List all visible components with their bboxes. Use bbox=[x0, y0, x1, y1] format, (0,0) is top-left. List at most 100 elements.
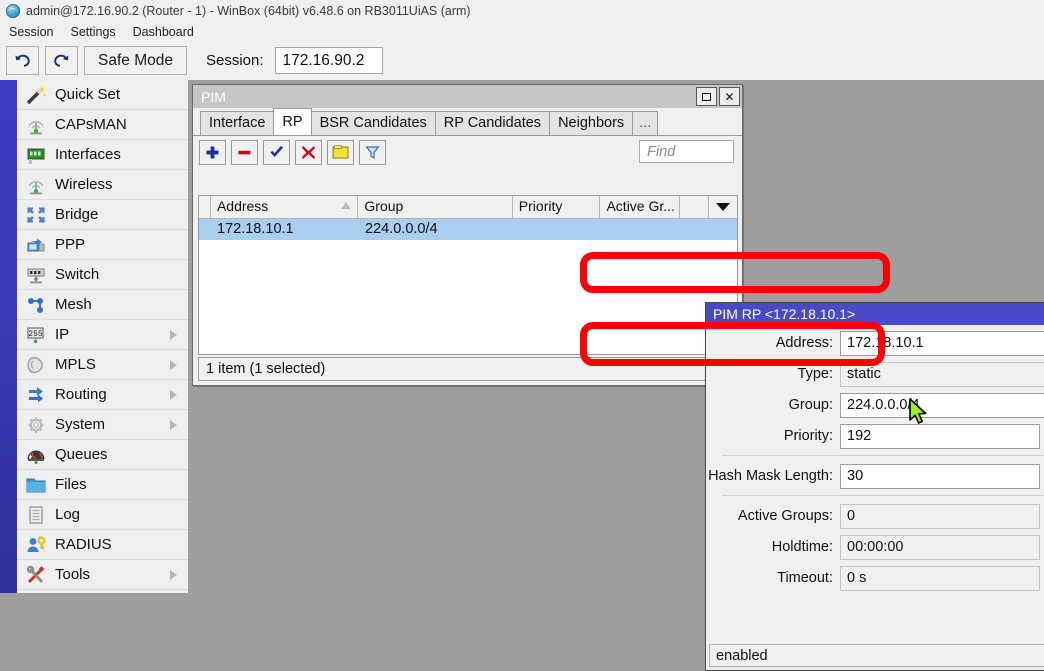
tab-more[interactable]: ... bbox=[632, 111, 658, 135]
priority-field[interactable]: 192 bbox=[840, 424, 1040, 449]
field-row-hash-mask-length: Hash Mask Length: 30 bbox=[706, 462, 1044, 490]
svg-text:255: 255 bbox=[28, 329, 43, 338]
chevron-right-icon bbox=[170, 390, 177, 400]
menu-item-settings[interactable]: Settings bbox=[68, 24, 123, 40]
switch-icon bbox=[24, 264, 48, 286]
sidebar-item-tools[interactable]: Tools bbox=[17, 560, 188, 590]
sidebar-item-files[interactable]: Files bbox=[17, 470, 188, 500]
remove-minus-icon bbox=[237, 145, 252, 160]
field-separator-2 bbox=[722, 495, 1044, 496]
sidebar-item-capsman[interactable]: CAPsMAN bbox=[17, 110, 188, 140]
enable-check-icon bbox=[269, 145, 285, 160]
sort-ascending-icon bbox=[341, 202, 351, 209]
sidebar-item-label: CAPsMAN bbox=[55, 116, 127, 133]
sidebar-item-log[interactable]: Log bbox=[17, 500, 188, 530]
menu-item-dashboard[interactable]: Dashboard bbox=[131, 24, 202, 40]
hash-mask-length-label: Hash Mask Length: bbox=[706, 468, 840, 484]
disable-button[interactable] bbox=[295, 140, 322, 165]
active-groups-value: 0 bbox=[840, 504, 1040, 529]
row-group-cell: 224.0.0.0/4 bbox=[359, 219, 514, 240]
sidebar-item-quick-set[interactable]: Quick Set bbox=[17, 80, 188, 110]
safe-mode-button[interactable]: Safe Mode bbox=[84, 46, 187, 75]
comment-button[interactable] bbox=[327, 140, 354, 165]
sidebar-item-queues[interactable]: Queues bbox=[17, 440, 188, 470]
pim-window-title: PIM bbox=[201, 89, 694, 105]
folder-icon bbox=[24, 474, 48, 496]
table-row[interactable]: 172.18.10.1 224.0.0.0/4 bbox=[199, 219, 737, 240]
add-button[interactable] bbox=[199, 140, 226, 165]
sidebar-item-mesh[interactable]: Mesh bbox=[17, 290, 188, 320]
pim-close-button[interactable]: ✕ bbox=[719, 87, 740, 106]
menu-item-session[interactable]: Session bbox=[7, 24, 61, 40]
field-separator-1 bbox=[722, 455, 1044, 456]
table-header-active-groups[interactable]: Active Gr... bbox=[600, 196, 680, 218]
mpls-tag-icon bbox=[24, 354, 48, 376]
tab-neighbors[interactable]: Neighbors bbox=[549, 111, 633, 135]
chevron-right-icon bbox=[170, 570, 177, 580]
undo-button[interactable] bbox=[6, 46, 39, 75]
tab-interface[interactable]: Interface bbox=[200, 111, 274, 135]
comment-note-icon bbox=[332, 145, 349, 159]
rp-dialog-titlebar[interactable]: PIM RP <172.18.10.1> ✕ bbox=[706, 303, 1044, 325]
table-header-row: Address Group Priority Active Gr... bbox=[199, 196, 737, 219]
table-header-flag-column bbox=[199, 196, 211, 218]
sidebar-item-switch[interactable]: Switch bbox=[17, 260, 188, 290]
sidebar-item-bridge[interactable]: Bridge bbox=[17, 200, 188, 230]
tab-rp[interactable]: RP bbox=[273, 108, 311, 135]
find-input[interactable]: Find bbox=[639, 140, 734, 163]
holdtime-value: 00:00:00 bbox=[840, 535, 1040, 560]
enable-button[interactable] bbox=[263, 140, 290, 165]
magic-wand-icon bbox=[24, 84, 48, 106]
address-field[interactable]: 172.18.10.1 bbox=[840, 331, 1044, 356]
field-row-group: Group: 224.0.0.0/4 bbox=[706, 391, 1044, 419]
tab-bsr-candidates[interactable]: BSR Candidates bbox=[311, 111, 436, 135]
gauge-icon bbox=[24, 444, 48, 466]
active-groups-label: Active Groups: bbox=[706, 508, 840, 524]
app-title: admin@172.16.90.2 (Router - 1) - WinBox … bbox=[26, 4, 471, 18]
app-toolbar: Safe Mode Session: 172.16.90.2 bbox=[0, 41, 1044, 81]
ppp-icon bbox=[24, 234, 48, 256]
antenna-icon bbox=[24, 174, 48, 196]
pim-window-titlebar[interactable]: PIM ✕ bbox=[193, 85, 742, 108]
table-header-priority[interactable]: Priority bbox=[513, 196, 601, 218]
chevron-right-icon bbox=[170, 330, 177, 340]
redo-arrow-icon bbox=[52, 52, 71, 69]
sidebar-item-label: IP bbox=[55, 326, 69, 343]
sidebar-item-label: Tools bbox=[55, 566, 90, 583]
pim-status-bar: 1 item (1 selected) bbox=[198, 357, 738, 381]
table-column-menu-button[interactable] bbox=[709, 196, 737, 218]
priority-label: Priority: bbox=[706, 428, 840, 444]
sidebar-item-routing[interactable]: Routing bbox=[17, 380, 188, 410]
disable-cross-icon bbox=[301, 145, 316, 160]
group-field[interactable]: 224.0.0.0/4 bbox=[840, 393, 1044, 418]
chevron-down-icon bbox=[716, 203, 730, 211]
tab-rp-candidates[interactable]: RP Candidates bbox=[435, 111, 550, 135]
sidebar-item-system[interactable]: System bbox=[17, 410, 188, 440]
pim-rp-dialog: PIM RP <172.18.10.1> ✕ Address: 172.18.1… bbox=[705, 302, 1044, 671]
find-placeholder: Find bbox=[647, 144, 675, 160]
pim-window: PIM ✕ Interface RP BSR Candidates RP Can… bbox=[192, 84, 743, 386]
holdtime-label: Holdtime: bbox=[706, 539, 840, 555]
field-row-type: Type: static bbox=[706, 360, 1044, 388]
sidebar-item-ip[interactable]: 255 IP bbox=[17, 320, 188, 350]
gear-icon bbox=[24, 414, 48, 436]
filter-button[interactable] bbox=[359, 140, 386, 165]
sidebar-item-ppp[interactable]: PPP bbox=[17, 230, 188, 260]
hash-mask-length-field[interactable]: 30 bbox=[840, 464, 1040, 489]
sidebar-item-mpls[interactable]: MPLS bbox=[17, 350, 188, 380]
sidebar-item-interfaces[interactable]: Interfaces bbox=[17, 140, 188, 170]
table-header-address[interactable]: Address bbox=[211, 196, 358, 218]
sidebar-item-label: Queues bbox=[55, 446, 108, 463]
sidebar-item-radius[interactable]: RADIUS bbox=[17, 530, 188, 560]
pim-restore-button[interactable] bbox=[696, 87, 717, 106]
remove-button[interactable] bbox=[231, 140, 258, 165]
field-row-holdtime: Holdtime: 00:00:00 bbox=[706, 533, 1044, 561]
rp-dialog-body: Address: 172.18.10.1 Type: static Group:… bbox=[706, 325, 1044, 649]
table-header-group[interactable]: Group bbox=[358, 196, 512, 218]
session-value[interactable]: 172.16.90.2 bbox=[275, 47, 383, 74]
rp-dialog-title: PIM RP <172.18.10.1> bbox=[713, 306, 1044, 322]
ip-255-icon: 255 bbox=[24, 324, 48, 346]
sidebar-item-wireless[interactable]: Wireless bbox=[17, 170, 188, 200]
redo-button[interactable] bbox=[45, 46, 78, 75]
table-header-spacer bbox=[680, 196, 709, 218]
